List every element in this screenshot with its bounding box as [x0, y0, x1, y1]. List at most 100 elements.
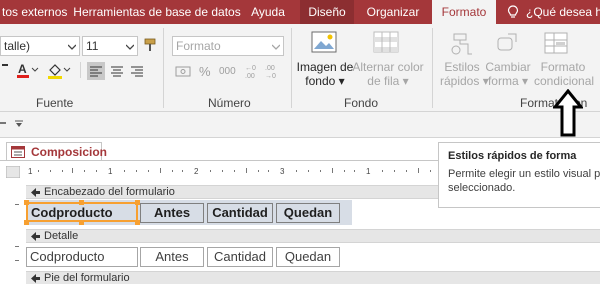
- tab-external-data[interactable]: tos externos: [0, 0, 67, 24]
- alt-row-label-line1: Alternar color: [352, 60, 424, 74]
- form-icon: [11, 146, 25, 158]
- chevron-down-icon: [126, 44, 134, 50]
- ribbon-tab-bar: tos externos Herramientas de base de dat…: [0, 0, 600, 24]
- change-shape-label-line1: Cambiar: [485, 60, 531, 74]
- section-form-footer-label: Pie del formulario: [44, 272, 130, 284]
- vertical-ruler[interactable]: [8, 182, 24, 284]
- cond-format-label-line2: condicional: [534, 74, 595, 88]
- quick-styles-label-text: rápidos: [440, 74, 480, 88]
- tab-format[interactable]: Formato: [432, 0, 496, 24]
- document-tab[interactable]: Composicion: [6, 142, 107, 161]
- font-name-value: talle): [4, 39, 31, 53]
- tab-help[interactable]: Ayuda: [244, 0, 292, 24]
- selection-handle[interactable]: [79, 220, 84, 225]
- background-image-label-line1: Imagen de: [296, 60, 354, 74]
- svg-text:1: 1: [366, 167, 371, 176]
- svg-text:→0: →0: [265, 73, 276, 80]
- tab-database-tools[interactable]: Herramientas de base de datos: [72, 0, 242, 24]
- currency-icon[interactable]: [175, 64, 193, 80]
- quick-styles-button[interactable]: Estilos rápidos ▾: [440, 60, 489, 88]
- quick-styles-label-line1: Estilos: [444, 60, 480, 74]
- group-separator: [432, 28, 433, 108]
- alternate-row-color-button[interactable]: Alternar color de fila ▾: [352, 60, 424, 88]
- quick-access-strip: [0, 112, 600, 138]
- svg-text:.00: .00: [245, 73, 255, 80]
- document-tab-title: Composicion: [31, 145, 108, 159]
- percent-icon[interactable]: %: [199, 64, 211, 79]
- chevron-down-icon: [68, 44, 76, 50]
- format-painter-icon[interactable]: [142, 37, 158, 53]
- header-label-codproducto[interactable]: Codproducto: [26, 202, 138, 222]
- number-format-value: Formato: [176, 39, 221, 53]
- group-label-font: Fuente: [36, 96, 74, 110]
- svg-text:3: 3: [280, 167, 285, 176]
- alt-row-label-line2: de fila ▾: [367, 74, 409, 88]
- section-arrow-icon: [31, 232, 40, 241]
- change-shape-button[interactable]: Cambiar forma ▾: [484, 60, 532, 88]
- background-image-icon[interactable]: [310, 30, 338, 54]
- align-left-icon[interactable]: [87, 62, 105, 80]
- bullet-icon[interactable]: [2, 64, 8, 66]
- thousands-separator-icon[interactable]: 000: [219, 66, 236, 77]
- svg-text:1: 1: [108, 167, 113, 176]
- customize-toolbar-icon[interactable]: [14, 119, 24, 129]
- svg-text:←0: ←0: [245, 65, 256, 72]
- group-label-number: Número: [208, 96, 251, 110]
- section-detail-bar[interactable]: Detalle: [26, 229, 600, 243]
- cond-format-label-line1: Formato: [540, 60, 586, 74]
- quick-styles-icon[interactable]: [448, 30, 476, 56]
- increase-decimals-icon[interactable]: ←0 .00: [244, 62, 262, 80]
- group-label-background: Fondo: [344, 96, 379, 110]
- background-image-label-text: fondo: [305, 74, 336, 88]
- conditional-format-icon[interactable]: [542, 30, 570, 56]
- section-form-header-label: Encabezado del formulario: [44, 186, 175, 198]
- align-center-icon[interactable]: [108, 62, 126, 80]
- font-color-icon[interactable]: A: [16, 62, 40, 80]
- section-form-footer-bar[interactable]: Pie del formulario: [26, 271, 600, 284]
- tooltip-quick-styles: Estilos rápidos de forma Permite elegir …: [438, 142, 600, 208]
- detail-field-cantidad[interactable]: Cantidad: [207, 247, 273, 267]
- detail-field-codproducto[interactable]: Codproducto: [26, 247, 138, 267]
- more-icon[interactable]: [0, 122, 6, 124]
- alt-row-label-text: de fila: [367, 74, 400, 88]
- chevron-down-icon: [272, 44, 280, 50]
- change-shape-label-text: forma: [487, 74, 519, 88]
- selection-handle[interactable]: [24, 200, 29, 205]
- section-arrow-icon: [31, 188, 40, 197]
- number-format-combo[interactable]: Formato: [172, 36, 284, 56]
- background-image-button[interactable]: Imagen de fondo ▾: [296, 60, 354, 88]
- alternate-row-color-icon[interactable]: [372, 30, 400, 54]
- section-detail-label: Detalle: [44, 230, 79, 242]
- quick-styles-label-line2: rápidos ▾: [440, 74, 489, 88]
- separator: [80, 62, 81, 78]
- conditional-format-button[interactable]: Formato condicional: [534, 60, 595, 88]
- svg-text:.00: .00: [265, 65, 275, 72]
- tell-me-search[interactable]: ¿Qué desea ha: [526, 0, 600, 24]
- tab-arrange[interactable]: Organizar: [360, 0, 426, 24]
- font-name-combo[interactable]: talle): [0, 36, 80, 56]
- change-shape-label-line2: forma ▾: [487, 74, 529, 88]
- annotation-arrow-up-icon: [553, 89, 583, 137]
- detail-field-quedan[interactable]: Quedan: [276, 247, 340, 267]
- background-image-label-line2: fondo ▾: [305, 74, 345, 88]
- fill-color-icon[interactable]: [46, 62, 72, 80]
- tab-design[interactable]: Diseño: [300, 0, 354, 24]
- section-arrow-icon: [31, 274, 40, 283]
- change-shape-icon[interactable]: [494, 30, 522, 56]
- selection-handle[interactable]: [79, 200, 84, 205]
- header-label-quedan[interactable]: Quedan: [276, 203, 340, 223]
- header-label-antes[interactable]: Antes: [140, 203, 204, 223]
- svg-text:2: 2: [194, 167, 199, 176]
- font-size-value: 11: [86, 39, 99, 53]
- svg-text:A: A: [18, 62, 27, 76]
- header-label-cantidad[interactable]: Cantidad: [207, 203, 273, 223]
- detail-field-antes[interactable]: Antes: [140, 247, 204, 267]
- font-size-combo[interactable]: 11: [82, 36, 138, 56]
- form-selector-icon[interactable]: [6, 166, 20, 178]
- decrease-decimals-icon[interactable]: .00 →0: [264, 62, 282, 80]
- selection-handle[interactable]: [24, 220, 29, 225]
- align-right-icon[interactable]: [128, 62, 146, 80]
- ribbon: talle) 11 A Fuente Formato % 000 ←0 .00 …: [0, 24, 600, 112]
- tooltip-title: Estilos rápidos de forma: [448, 150, 577, 162]
- svg-text:1: 1: [28, 167, 33, 176]
